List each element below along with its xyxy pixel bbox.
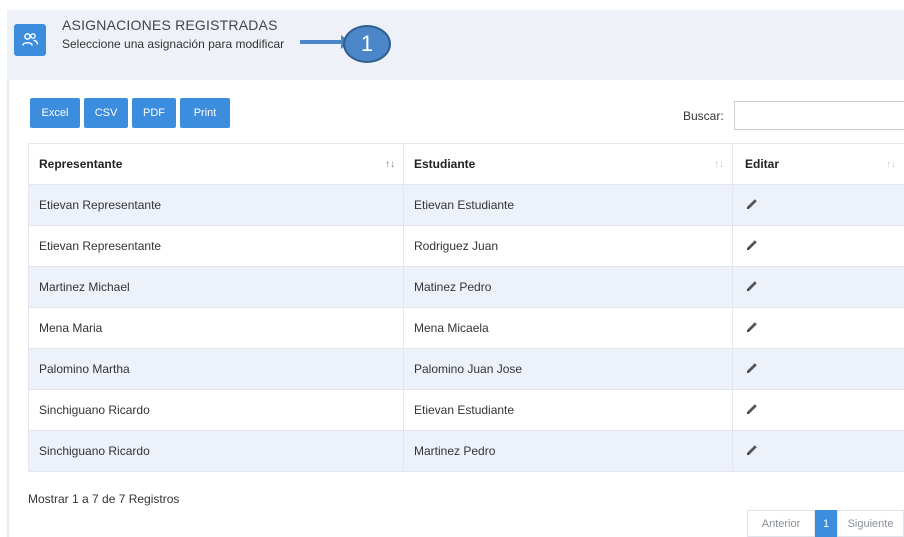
cell-editar — [733, 267, 904, 307]
pdf-button[interactable]: PDF — [132, 98, 176, 128]
cell-text: Palomino Juan Jose — [414, 362, 523, 376]
table-body: Etievan Representante Etievan Estudiante E… — [28, 185, 904, 472]
pencil-icon[interactable] — [745, 402, 759, 419]
cell-representante: Martinez Michael — [28, 267, 404, 307]
cell-text: Mena Micaela — [414, 321, 489, 335]
table-row[interactable]: Sinchiguano Ricardo Etievan Estudiante — [28, 390, 904, 431]
pencil-icon[interactable] — [745, 361, 759, 378]
column-header-estudiante[interactable]: Estudiante ↑↓ — [404, 144, 733, 184]
cell-text: Martinez Michael — [39, 280, 130, 294]
cell-representante: Sinchiguano Ricardo — [28, 431, 404, 471]
page-header: ASIGNACIONES REGISTRADAS Seleccione una … — [7, 10, 904, 80]
table-row[interactable]: Martinez Michael Matinez Pedro — [28, 267, 904, 308]
cell-representante: Etievan Representante — [28, 226, 404, 266]
cell-representante: Palomino Martha — [28, 349, 404, 389]
sort-icon: ↑↓ — [385, 158, 395, 170]
cell-text: Matinez Pedro — [414, 280, 492, 294]
cell-text: Etievan Estudiante — [414, 198, 515, 212]
pencil-icon[interactable] — [745, 279, 759, 296]
page-title: ASIGNACIONES REGISTRADAS — [62, 17, 278, 33]
cell-representante: Mena Maria — [28, 308, 404, 348]
page-subtitle: Seleccione una asignación para modificar — [62, 37, 285, 51]
pencil-icon[interactable] — [745, 320, 759, 337]
cell-editar — [733, 308, 904, 348]
cell-editar — [733, 431, 904, 471]
previous-page-button[interactable]: Anterior — [747, 510, 815, 537]
page-1-button[interactable]: 1 — [815, 510, 837, 537]
cell-text: Sinchiguano Ricardo — [39, 444, 150, 458]
cell-estudiante: Etievan Estudiante — [404, 390, 733, 430]
table-info: Mostrar 1 a 7 de 7 Registros — [28, 492, 180, 506]
csv-button[interactable]: CSV — [84, 98, 128, 128]
sort-icon: ↑↓ — [714, 158, 724, 170]
cell-representante: Etievan Representante — [28, 185, 404, 225]
cell-estudiante: Palomino Juan Jose — [404, 349, 733, 389]
cell-text: Mena Maria — [39, 321, 103, 335]
users-icon — [14, 24, 46, 56]
pencil-icon[interactable] — [745, 197, 759, 214]
cell-text: Etievan Estudiante — [414, 403, 515, 417]
table-row[interactable]: Sinchiguano Ricardo Martinez Pedro — [28, 431, 904, 472]
table-row[interactable]: Etievan Representante Rodriguez Juan — [28, 226, 904, 267]
cell-text: Etievan Representante — [39, 239, 162, 253]
cell-text: Palomino Martha — [39, 362, 130, 376]
print-button[interactable]: Print — [180, 98, 230, 128]
search-input[interactable] — [734, 101, 904, 130]
cell-estudiante: Rodriguez Juan — [404, 226, 733, 266]
cell-estudiante: Mena Micaela — [404, 308, 733, 348]
table-row[interactable]: Mena Maria Mena Micaela — [28, 308, 904, 349]
excel-button[interactable]: Excel — [30, 98, 80, 128]
callout-badge-1: 1 — [343, 25, 391, 63]
cell-estudiante: Matinez Pedro — [404, 267, 733, 307]
cell-text: Rodriguez Juan — [414, 239, 499, 253]
next-page-button[interactable]: Siguiente — [837, 510, 904, 537]
column-header-representante[interactable]: Representante ↑↓ — [28, 144, 404, 184]
pencil-icon[interactable] — [745, 238, 759, 255]
pencil-icon[interactable] — [745, 443, 759, 460]
sort-icon: ↑↓ — [886, 158, 896, 170]
column-header-label: Editar — [745, 157, 780, 171]
panel-border — [7, 80, 9, 537]
assignments-table: Representante ↑↓ Estudiante ↑↓ Editar ↑↓… — [28, 143, 904, 472]
table-row[interactable]: Etievan Representante Etievan Estudiante — [28, 185, 904, 226]
cell-estudiante: Martinez Pedro — [404, 431, 733, 471]
cell-editar — [733, 349, 904, 389]
cell-text: Etievan Representante — [39, 198, 162, 212]
export-toolbar: Excel CSV PDF Print — [30, 98, 230, 128]
cell-editar — [733, 226, 904, 266]
pagination: Anterior 1 Siguiente — [747, 510, 904, 537]
search-label: Buscar: — [683, 109, 724, 123]
cell-editar — [733, 390, 904, 430]
cell-editar — [733, 185, 904, 225]
cell-text: Sinchiguano Ricardo — [39, 403, 150, 417]
table-header-row: Representante ↑↓ Estudiante ↑↓ Editar ↑↓ — [28, 143, 904, 185]
cell-text: Martinez Pedro — [414, 444, 496, 458]
table-row[interactable]: Palomino Martha Palomino Juan Jose — [28, 349, 904, 390]
column-header-editar[interactable]: Editar ↑↓ — [733, 144, 904, 184]
column-header-label: Estudiante — [414, 157, 476, 171]
cell-representante: Sinchiguano Ricardo — [28, 390, 404, 430]
callout-arrow-1 — [300, 35, 350, 49]
column-header-label: Representante — [39, 157, 123, 171]
cell-estudiante: Etievan Estudiante — [404, 185, 733, 225]
